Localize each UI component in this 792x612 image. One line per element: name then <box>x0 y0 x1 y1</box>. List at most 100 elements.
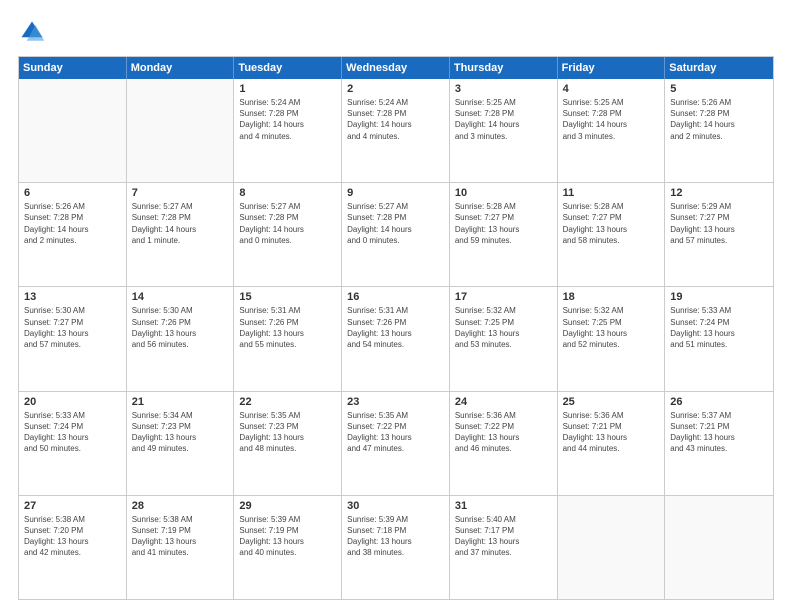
day-number: 2 <box>347 83 444 95</box>
day-number: 4 <box>563 83 660 95</box>
day-number: 12 <box>670 187 768 199</box>
calendar-cell: 7 Sunrise: 5:27 AMSunset: 7:28 PMDaylight… <box>127 183 235 286</box>
calendar-row-0: 1 Sunrise: 5:24 AMSunset: 7:28 PMDaylight… <box>19 79 773 183</box>
logo-icon <box>18 18 46 46</box>
header-day-monday: Monday <box>127 57 235 79</box>
day-number: 7 <box>132 187 229 199</box>
cell-details: Sunrise: 5:33 AMSunset: 7:24 PMDaylight:… <box>24 410 121 455</box>
calendar-cell <box>19 79 127 182</box>
cell-details: Sunrise: 5:39 AMSunset: 7:19 PMDaylight:… <box>239 514 336 559</box>
header-day-thursday: Thursday <box>450 57 558 79</box>
calendar-cell: 11 Sunrise: 5:28 AMSunset: 7:27 PMDayligh… <box>558 183 666 286</box>
calendar-row-4: 27 Sunrise: 5:38 AMSunset: 7:20 PMDayligh… <box>19 496 773 599</box>
calendar-cell: 10Sunrise: 5:28 AMSunset: 7:27 PMDayligh… <box>450 183 558 286</box>
cell-details: Sunrise: 5:34 AMSunset: 7:23 PMDaylight:… <box>132 410 229 455</box>
day-number: 24 <box>455 396 552 408</box>
cell-details: Sunrise: 5:33 AMSunset: 7:24 PMDaylight:… <box>670 305 768 350</box>
calendar-cell: 15Sunrise: 5:31 AMSunset: 7:26 PMDayligh… <box>234 287 342 390</box>
day-number: 26 <box>670 396 768 408</box>
day-number: 29 <box>239 500 336 512</box>
calendar-cell: 30 Sunrise: 5:39 AMSunset: 7:18 PMDayligh… <box>342 496 450 599</box>
calendar-cell: 14Sunrise: 5:30 AMSunset: 7:26 PMDayligh… <box>127 287 235 390</box>
day-number: 15 <box>239 291 336 303</box>
header-day-sunday: Sunday <box>19 57 127 79</box>
header-day-friday: Friday <box>558 57 666 79</box>
calendar-cell: 2 Sunrise: 5:24 AMSunset: 7:28 PMDaylight… <box>342 79 450 182</box>
cell-details: Sunrise: 5:28 AMSunset: 7:27 PMDaylight:… <box>563 201 660 246</box>
cell-details: Sunrise: 5:27 AMSunset: 7:28 PMDaylight:… <box>347 201 444 246</box>
calendar-cell: 31 Sunrise: 5:40 AMSunset: 7:17 PMDayligh… <box>450 496 558 599</box>
calendar-body: 1 Sunrise: 5:24 AMSunset: 7:28 PMDaylight… <box>19 79 773 599</box>
cell-details: Sunrise: 5:40 AMSunset: 7:17 PMDaylight:… <box>455 514 552 559</box>
calendar-cell: 19 Sunrise: 5:33 AMSunset: 7:24 PMDayligh… <box>665 287 773 390</box>
day-number: 3 <box>455 83 552 95</box>
cell-details: Sunrise: 5:32 AMSunset: 7:25 PMDaylight:… <box>455 305 552 350</box>
cell-details: Sunrise: 5:25 AMSunset: 7:28 PMDaylight:… <box>563 97 660 142</box>
calendar-row-1: 6 Sunrise: 5:26 AMSunset: 7:28 PMDaylight… <box>19 183 773 287</box>
day-number: 23 <box>347 396 444 408</box>
cell-details: Sunrise: 5:26 AMSunset: 7:28 PMDaylight:… <box>24 201 121 246</box>
calendar-cell: 20 Sunrise: 5:33 AMSunset: 7:24 PMDayligh… <box>19 392 127 495</box>
header-day-tuesday: Tuesday <box>234 57 342 79</box>
day-number: 1 <box>239 83 336 95</box>
calendar-cell: 9 Sunrise: 5:27 AMSunset: 7:28 PMDaylight… <box>342 183 450 286</box>
logo <box>18 18 50 46</box>
cell-details: Sunrise: 5:30 AMSunset: 7:27 PMDaylight:… <box>24 305 121 350</box>
cell-details: Sunrise: 5:27 AMSunset: 7:28 PMDaylight:… <box>239 201 336 246</box>
calendar-row-3: 20 Sunrise: 5:33 AMSunset: 7:24 PMDayligh… <box>19 392 773 496</box>
header-day-saturday: Saturday <box>665 57 773 79</box>
cell-details: Sunrise: 5:27 AMSunset: 7:28 PMDaylight:… <box>132 201 229 246</box>
day-number: 9 <box>347 187 444 199</box>
header <box>18 18 774 46</box>
day-number: 10 <box>455 187 552 199</box>
cell-details: Sunrise: 5:25 AMSunset: 7:28 PMDaylight:… <box>455 97 552 142</box>
calendar-header: SundayMondayTuesdayWednesdayThursdayFrid… <box>19 57 773 79</box>
day-number: 25 <box>563 396 660 408</box>
day-number: 6 <box>24 187 121 199</box>
calendar-cell: 23 Sunrise: 5:35 AMSunset: 7:22 PMDayligh… <box>342 392 450 495</box>
calendar-cell: 12 Sunrise: 5:29 AMSunset: 7:27 PMDayligh… <box>665 183 773 286</box>
calendar-row-2: 13 Sunrise: 5:30 AMSunset: 7:27 PMDayligh… <box>19 287 773 391</box>
cell-details: Sunrise: 5:38 AMSunset: 7:19 PMDaylight:… <box>132 514 229 559</box>
calendar-cell: 27 Sunrise: 5:38 AMSunset: 7:20 PMDayligh… <box>19 496 127 599</box>
calendar-cell: 13 Sunrise: 5:30 AMSunset: 7:27 PMDayligh… <box>19 287 127 390</box>
cell-details: Sunrise: 5:38 AMSunset: 7:20 PMDaylight:… <box>24 514 121 559</box>
day-number: 22 <box>239 396 336 408</box>
cell-details: Sunrise: 5:35 AMSunset: 7:23 PMDaylight:… <box>239 410 336 455</box>
cell-details: Sunrise: 5:30 AMSunset: 7:26 PMDaylight:… <box>132 305 229 350</box>
calendar-cell <box>665 496 773 599</box>
day-number: 20 <box>24 396 121 408</box>
cell-details: Sunrise: 5:36 AMSunset: 7:22 PMDaylight:… <box>455 410 552 455</box>
cell-details: Sunrise: 5:24 AMSunset: 7:28 PMDaylight:… <box>239 97 336 142</box>
day-number: 5 <box>670 83 768 95</box>
calendar-cell: 25 Sunrise: 5:36 AMSunset: 7:21 PMDayligh… <box>558 392 666 495</box>
day-number: 11 <box>563 187 660 199</box>
calendar-cell: 4 Sunrise: 5:25 AMSunset: 7:28 PMDaylight… <box>558 79 666 182</box>
calendar-cell: 5Sunrise: 5:26 AMSunset: 7:28 PMDaylight… <box>665 79 773 182</box>
day-number: 31 <box>455 500 552 512</box>
day-number: 18 <box>563 291 660 303</box>
cell-details: Sunrise: 5:36 AMSunset: 7:21 PMDaylight:… <box>563 410 660 455</box>
calendar-cell: 8 Sunrise: 5:27 AMSunset: 7:28 PMDaylight… <box>234 183 342 286</box>
day-number: 27 <box>24 500 121 512</box>
day-number: 8 <box>239 187 336 199</box>
header-day-wednesday: Wednesday <box>342 57 450 79</box>
cell-details: Sunrise: 5:37 AMSunset: 7:21 PMDaylight:… <box>670 410 768 455</box>
cell-details: Sunrise: 5:35 AMSunset: 7:22 PMDaylight:… <box>347 410 444 455</box>
calendar-cell <box>127 79 235 182</box>
day-number: 30 <box>347 500 444 512</box>
page: SundayMondayTuesdayWednesdayThursdayFrid… <box>0 0 792 612</box>
day-number: 19 <box>670 291 768 303</box>
cell-details: Sunrise: 5:29 AMSunset: 7:27 PMDaylight:… <box>670 201 768 246</box>
cell-details: Sunrise: 5:24 AMSunset: 7:28 PMDaylight:… <box>347 97 444 142</box>
calendar-cell: 29 Sunrise: 5:39 AMSunset: 7:19 PMDayligh… <box>234 496 342 599</box>
calendar-cell: 3 Sunrise: 5:25 AMSunset: 7:28 PMDaylight… <box>450 79 558 182</box>
calendar-cell: 24 Sunrise: 5:36 AMSunset: 7:22 PMDayligh… <box>450 392 558 495</box>
calendar-cell: 6 Sunrise: 5:26 AMSunset: 7:28 PMDaylight… <box>19 183 127 286</box>
cell-details: Sunrise: 5:31 AMSunset: 7:26 PMDaylight:… <box>347 305 444 350</box>
calendar-cell: 18Sunrise: 5:32 AMSunset: 7:25 PMDayligh… <box>558 287 666 390</box>
calendar: SundayMondayTuesdayWednesdayThursdayFrid… <box>18 56 774 600</box>
day-number: 17 <box>455 291 552 303</box>
day-number: 13 <box>24 291 121 303</box>
cell-details: Sunrise: 5:39 AMSunset: 7:18 PMDaylight:… <box>347 514 444 559</box>
